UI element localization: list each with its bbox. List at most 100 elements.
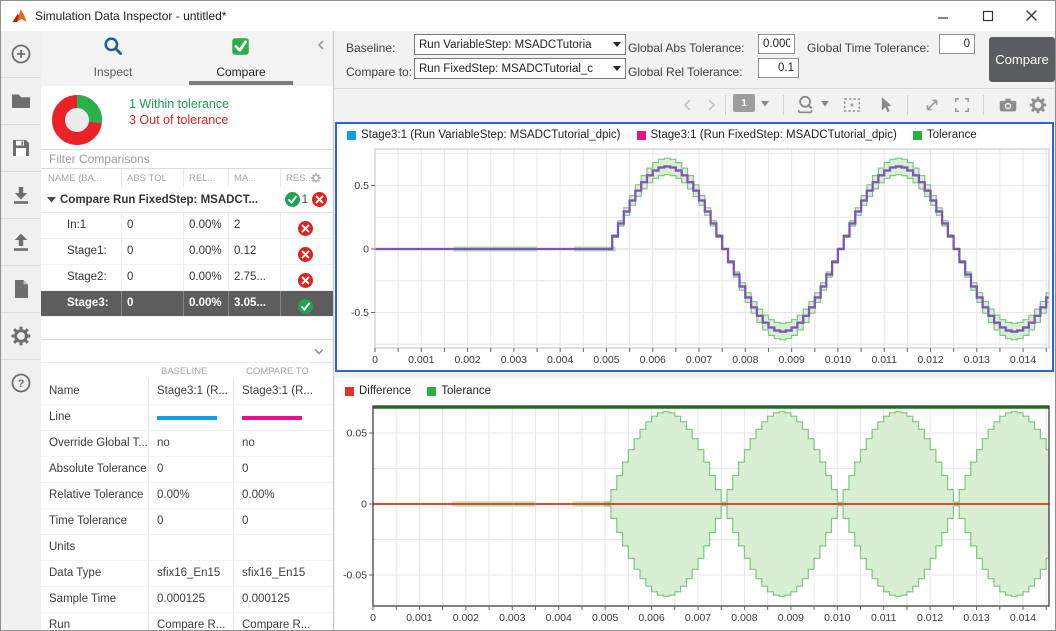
column-header[interactable]: NAME (BA...: [41, 169, 121, 187]
tab-inspect-label: Inspect: [58, 65, 168, 79]
property-label: Line: [41, 405, 148, 430]
minimize-button[interactable]: [920, 1, 965, 30]
property-row[interactable]: Line: [41, 405, 333, 431]
download-icon: [9, 183, 33, 207]
compare-to-column-header: COMPARE TO: [246, 366, 309, 377]
open-button[interactable]: [1, 78, 41, 124]
rel-tolerance-value: 0.00%: [183, 291, 228, 316]
tab-compare[interactable]: Compare: [186, 35, 296, 79]
property-compare-value: sfix16_En15: [233, 561, 323, 586]
pointer-tool-button[interactable]: [873, 92, 899, 118]
property-row[interactable]: Time Tolerance00: [41, 509, 333, 535]
create-report-button[interactable]: [1, 266, 41, 312]
fit-to-view-icon: [841, 94, 863, 116]
fit-to-view-button[interactable]: [839, 92, 865, 118]
svg-text:0.006: 0.006: [638, 612, 664, 624]
global-time-tolerance-input[interactable]: [939, 34, 975, 54]
comparison-row[interactable]: Stage2:00.00%2.75...: [41, 265, 333, 291]
column-header[interactable]: RES...: [280, 169, 325, 187]
column-header[interactable]: ABS TOL: [121, 169, 183, 187]
legend-swatch: [347, 131, 356, 140]
compare-to-select-value: Run FixedStep: MSADCTutorial_c: [419, 63, 593, 75]
property-baseline-value: [148, 535, 233, 560]
fail-badge: [298, 273, 313, 288]
comparison-row[interactable]: Stage1:00.00%0.12: [41, 239, 333, 265]
property-row[interactable]: Units: [41, 535, 333, 561]
expand-caret-icon[interactable]: [47, 196, 56, 203]
close-button[interactable]: [1009, 1, 1054, 30]
result-cell: [280, 239, 325, 264]
property-row[interactable]: Data Typesfix16_En15sfix16_En15: [41, 561, 333, 587]
plus-circle-icon: [9, 42, 33, 66]
import-button[interactable]: [1, 172, 41, 218]
baseline-select[interactable]: Run VariableStep: MSADCTutoria: [414, 34, 626, 55]
layout-caret-icon[interactable]: [761, 101, 769, 107]
property-row[interactable]: NameStage3:1 (R...Stage3:1 (R...: [41, 379, 333, 405]
subplot-layout-label: 1: [741, 98, 747, 109]
folder-icon: [9, 89, 33, 113]
property-baseline-value: 0.000125: [148, 587, 233, 612]
svg-text:0.011: 0.011: [871, 612, 897, 624]
save-button[interactable]: [1, 125, 41, 171]
property-row[interactable]: RunCompare R...Compare R...: [41, 613, 333, 631]
close-icon: [1025, 9, 1038, 22]
arrow-cursor-icon: [876, 95, 896, 115]
global-abs-tolerance-input[interactable]: [758, 34, 795, 54]
plot-settings-button[interactable]: [1025, 92, 1051, 118]
comparison-plot-canvas[interactable]: 00.0010.0020.0030.0040.0050.0060.0070.00…: [337, 146, 1052, 370]
property-label: Name: [41, 379, 148, 404]
svg-text:0.002: 0.002: [454, 354, 480, 366]
subplot-layout-button[interactable]: 1: [733, 94, 755, 112]
fail-badge: [312, 192, 327, 207]
column-header[interactable]: MA...: [228, 169, 280, 187]
compare-button[interactable]: Compare: [989, 37, 1055, 82]
chevron-down-icon: [313, 347, 325, 357]
floppy-icon: [9, 136, 33, 160]
fullscreen-button[interactable]: [949, 92, 975, 118]
tab-compare-label: Compare: [186, 65, 296, 79]
comparison-plot[interactable]: Stage3:1 (Run VariableStep: MSADCTutoria…: [335, 122, 1054, 372]
table-settings-gear-icon[interactable]: [310, 172, 322, 184]
filter-comparisons-input[interactable]: [41, 149, 333, 169]
column-header[interactable]: REL...: [183, 169, 228, 187]
difference-plot-canvas[interactable]: 00.0010.0020.0030.0040.0050.0060.0070.00…: [335, 404, 1055, 631]
comparison-group-row[interactable]: Compare Run FixedStep: MSADCT...1: [41, 187, 333, 213]
maximize-button[interactable]: [965, 1, 1010, 30]
maximize-axes-button[interactable]: [919, 92, 945, 118]
compare-to-select[interactable]: Run FixedStep: MSADCTutorial_c: [414, 58, 626, 79]
max-difference-value: 0.12: [228, 239, 280, 264]
property-compare-value: [233, 405, 323, 430]
property-row[interactable]: Absolute Tolerance00: [41, 457, 333, 483]
legend-swatch: [345, 387, 354, 396]
add-run-button[interactable]: [1, 31, 41, 77]
compare-line-swatch: [242, 416, 302, 420]
minimize-icon: [937, 10, 949, 22]
pass-badge: [285, 192, 300, 207]
snapshot-button[interactable]: [995, 92, 1021, 118]
collapse-panel-chevron-icon[interactable]: [315, 39, 327, 51]
toolbar-separator: [725, 95, 726, 115]
comparison-row[interactable]: Stage3:00.00%3.05...: [41, 291, 333, 317]
zoom-caret-icon[interactable]: [821, 101, 829, 107]
tab-inspect[interactable]: Inspect: [58, 35, 168, 79]
legend-swatch: [637, 131, 646, 140]
preferences-button[interactable]: [1, 313, 41, 359]
baseline-column-header: BASELINE: [161, 366, 207, 377]
property-label: Absolute Tolerance: [41, 457, 148, 482]
properties-header[interactable]: Properties: [41, 339, 333, 363]
comparison-summary: 1 Within tolerance 3 Out of tolerance: [41, 86, 333, 149]
rel-tolerance-value: 0.00%: [183, 213, 228, 238]
export-button[interactable]: [1, 219, 41, 265]
help-button[interactable]: ?: [1, 360, 41, 406]
property-row[interactable]: Override Global T...nono: [41, 431, 333, 457]
next-comparison-button[interactable]: [698, 92, 724, 118]
property-row[interactable]: Relative Tolerance0.00%0.00%: [41, 483, 333, 509]
toolbar-separator: [983, 95, 984, 115]
comparison-row[interactable]: In:100.00%2: [41, 213, 333, 239]
property-row[interactable]: Sample Time0.0001250.000125: [41, 587, 333, 613]
zoom-in-time-button[interactable]: [793, 92, 819, 118]
svg-text:0.005: 0.005: [592, 612, 618, 624]
global-rel-tolerance-input[interactable]: [758, 58, 799, 78]
difference-plot[interactable]: DifferenceTolerance 00.0010.0020.0030.00…: [335, 378, 1055, 631]
svg-text:?: ?: [18, 378, 25, 390]
